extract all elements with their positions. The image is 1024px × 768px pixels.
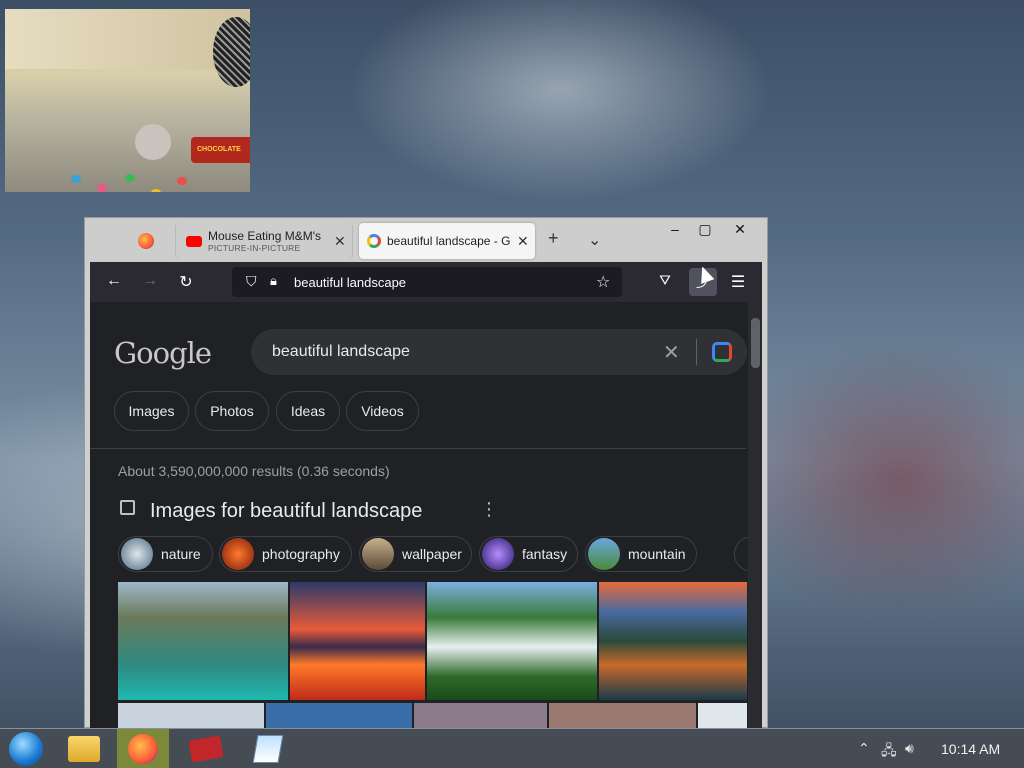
- images-heading[interactable]: Images for beautiful landscape: [150, 500, 422, 523]
- search-input[interactable]: beautiful landscape: [272, 343, 410, 361]
- firefox-icon: [138, 233, 154, 249]
- search-divider: [696, 339, 697, 365]
- microphone: [213, 17, 250, 87]
- url-bar[interactable]: ⛉ 🔒︎ beautiful landscape ☆: [232, 267, 622, 297]
- tab-strip: Mouse Eating M&M's PICTURE-IN-PICTURE ✕ …: [85, 218, 767, 262]
- text-editor-button[interactable]: [242, 729, 294, 768]
- suggestion-label: photography: [262, 546, 340, 562]
- clock[interactable]: 10:14 AM: [941, 741, 1000, 757]
- more-options-icon[interactable]: ⋮: [480, 499, 498, 520]
- url-text: beautiful landscape: [294, 275, 407, 290]
- menu-icon[interactable]: ☰: [728, 272, 748, 292]
- youtube-icon: [186, 235, 202, 247]
- forward-icon[interactable]: →: [140, 272, 160, 290]
- image-result[interactable]: [599, 582, 747, 700]
- network-icon[interactable]: 🖧︎: [881, 740, 897, 764]
- file-manager-button[interactable]: [58, 729, 110, 768]
- firefox-view-button[interactable]: [121, 223, 171, 259]
- volume-icon[interactable]: 🔊︎: [905, 740, 914, 757]
- filter-images[interactable]: Images: [114, 391, 189, 431]
- media-player-icon: [188, 735, 224, 763]
- image-icon: [120, 500, 135, 515]
- search-box[interactable]: beautiful landscape ✕: [251, 329, 747, 375]
- tab-subtitle: PICTURE-IN-PICTURE: [208, 243, 301, 253]
- new-tab-button[interactable]: +: [548, 228, 559, 249]
- reload-icon[interactable]: ↻: [176, 272, 196, 292]
- tab-title: beautiful landscape - G: [387, 234, 511, 248]
- folder-icon: [68, 736, 100, 762]
- clear-icon[interactable]: ✕: [663, 340, 680, 365]
- candy: [71, 175, 81, 183]
- google-logo[interactable]: Google: [114, 336, 212, 370]
- image-result[interactable]: [549, 703, 696, 728]
- suggestion-nature[interactable]: nature: [118, 536, 213, 572]
- mouse-figure: [135, 124, 171, 160]
- shield-icon[interactable]: ⛉: [246, 273, 257, 290]
- start-orb-icon: [9, 732, 43, 766]
- divider: [90, 448, 746, 449]
- start-menu-button[interactable]: [0, 729, 52, 768]
- suggestion-thumbnail: [121, 538, 153, 570]
- notepad-icon: [252, 735, 284, 763]
- page-content: Google beautiful landscape ✕ Images Phot…: [90, 302, 762, 728]
- suggestion-thumbnail: [222, 538, 254, 570]
- media-player-button[interactable]: [180, 729, 232, 768]
- suggestion-label: fantasy: [522, 546, 568, 562]
- tab-youtube[interactable]: Mouse Eating M&M's PICTURE-IN-PICTURE ✕: [175, 223, 353, 259]
- image-result[interactable]: [414, 703, 547, 728]
- firefox-taskbar-button[interactable]: [117, 729, 169, 768]
- suggestion-mountain[interactable]: mountain: [585, 536, 697, 572]
- scrollbar-thumb[interactable]: [751, 318, 760, 368]
- close-tab-icon[interactable]: ✕: [517, 233, 529, 250]
- candy-tube-label: CHOCOLATE: [197, 146, 241, 153]
- tab-labels: Mouse Eating M&M's PICTURE-IN-PICTURE: [208, 229, 328, 253]
- back-icon[interactable]: ←: [104, 272, 124, 290]
- firefox-icon: [128, 734, 158, 764]
- image-result[interactable]: [290, 582, 425, 700]
- tab-title: Mouse Eating M&M's: [208, 229, 321, 243]
- filter-photos[interactable]: Photos: [195, 391, 269, 431]
- image-result[interactable]: [698, 703, 747, 728]
- suggestion-photography[interactable]: photography: [219, 536, 352, 572]
- list-all-tabs-button[interactable]: ⌄: [588, 230, 601, 250]
- google-icon: [367, 234, 381, 248]
- filter-ideas[interactable]: Ideas: [276, 391, 340, 431]
- suggestion-wallpaper[interactable]: wallpaper: [359, 536, 472, 572]
- close-window-button[interactable]: ✕: [730, 221, 750, 238]
- navigation-toolbar: ← → ↻ ⛉ 🔒︎ beautiful landscape ☆ ⛛ ⤴ ☰: [90, 262, 762, 302]
- pocket-icon[interactable]: ⛛: [655, 272, 675, 289]
- candy-tube: CHOCOLATE: [191, 137, 250, 163]
- page-scrollbar[interactable]: [748, 302, 762, 728]
- suggestion-label: wallpaper: [402, 546, 462, 562]
- candy: [177, 177, 187, 185]
- lock-icon[interactable]: 🔒︎: [270, 273, 277, 289]
- show-hidden-icons-icon[interactable]: ⌃: [858, 740, 870, 757]
- tab-google[interactable]: beautiful landscape - G ✕: [359, 223, 535, 259]
- google-lens-icon[interactable]: [712, 342, 732, 362]
- image-result[interactable]: [427, 582, 597, 700]
- suggestion-label: nature: [161, 546, 201, 562]
- image-result[interactable]: [118, 703, 264, 728]
- suggestion-label: mountain: [628, 546, 686, 562]
- image-result[interactable]: [118, 582, 288, 700]
- result-stats: About 3,590,000,000 results (0.36 second…: [118, 463, 390, 479]
- suggestion-thumbnail: [362, 538, 394, 570]
- close-tab-icon[interactable]: ✕: [334, 233, 346, 250]
- suggestion-fantasy[interactable]: fantasy: [479, 536, 578, 572]
- suggestion-thumbnail: [588, 538, 620, 570]
- maximize-button[interactable]: ▢: [695, 221, 715, 238]
- filter-videos[interactable]: Videos: [346, 391, 419, 431]
- candy: [151, 189, 161, 192]
- picture-in-picture-video[interactable]: CHOCOLATE: [5, 9, 250, 192]
- bookmark-star-icon[interactable]: ☆: [596, 272, 610, 292]
- candy: [97, 184, 107, 192]
- minimize-button[interactable]: –: [665, 221, 685, 237]
- image-result[interactable]: [266, 703, 412, 728]
- taskbar: ⌃ 🖧︎ 🔊︎ 10:14 AM: [0, 728, 1024, 768]
- candy: [125, 174, 135, 182]
- firefox-window: Mouse Eating M&M's PICTURE-IN-PICTURE ✕ …: [84, 217, 768, 728]
- suggestion-thumbnail: [482, 538, 514, 570]
